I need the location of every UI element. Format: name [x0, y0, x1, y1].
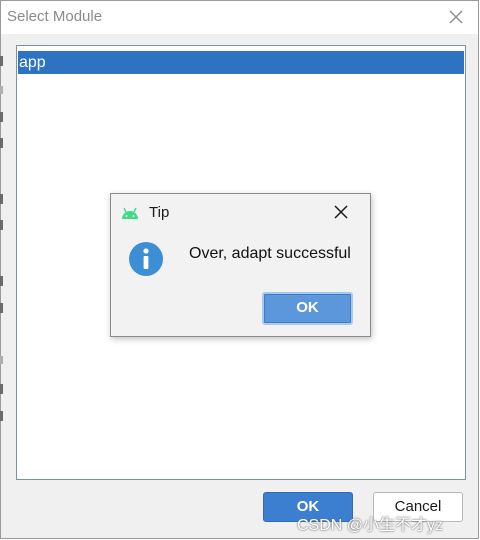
close-icon[interactable]	[448, 9, 464, 25]
window-title: Select Module	[7, 8, 103, 25]
background-fragment	[0, 303, 3, 313]
title-bar: Select Module	[1, 1, 478, 34]
watermark: CSDN @小生不才yz	[297, 517, 444, 534]
background-fragment	[0, 220, 3, 230]
background-fragment	[0, 276, 3, 286]
android-icon	[122, 207, 138, 219]
background-fragment	[0, 86, 3, 94]
background-fragment	[0, 194, 3, 204]
dialog-title: Tip	[149, 204, 170, 221]
dialog-ok-button[interactable]: OK	[262, 292, 353, 325]
background-fragment	[0, 411, 3, 421]
tip-dialog: Tip Over, adapt successful OK	[110, 193, 371, 337]
close-icon[interactable]	[334, 205, 348, 219]
background-fragment	[0, 384, 3, 394]
list-item-app[interactable]: app	[18, 51, 464, 74]
background-fragment	[0, 56, 3, 66]
background-fragment	[0, 112, 3, 122]
dialog-message: Over, adapt successful	[189, 245, 351, 262]
info-icon	[129, 242, 163, 276]
background-fragment	[0, 138, 3, 148]
background-fragment	[0, 356, 3, 364]
